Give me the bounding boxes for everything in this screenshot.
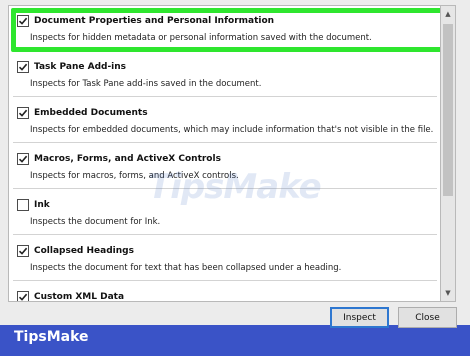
checkmark-icon [18, 155, 28, 163]
divider [13, 188, 437, 189]
checkmark-icon [18, 293, 28, 301]
vertical-scrollbar[interactable]: ▲ ▼ [441, 5, 456, 302]
item-description: Inspects for embedded documents, which m… [30, 125, 434, 135]
checkbox-task-pane-add-ins[interactable] [17, 61, 29, 73]
scrollbar-thumb[interactable] [443, 24, 453, 196]
checkbox-ink[interactable] [17, 199, 29, 211]
brand-logo: TipsMake [14, 329, 89, 345]
checkmark-icon [18, 63, 28, 71]
divider [13, 96, 437, 97]
divider [13, 142, 437, 143]
item-description: Inspects the document for Ink. [30, 217, 161, 227]
checkmark-icon [18, 247, 28, 255]
item-description: Inspects the document for text that has … [30, 263, 342, 273]
item-description: Inspects for macros, forms, and ActiveX … [30, 171, 239, 181]
inspect-button[interactable]: Inspect [330, 307, 389, 328]
scroll-down-icon[interactable]: ▼ [441, 286, 455, 300]
item-title: Task Pane Add-ins [34, 62, 127, 72]
scroll-up-icon[interactable]: ▲ [441, 7, 455, 21]
inspection-list: Document Properties and Personal Informa… [8, 5, 441, 302]
checkbox-macros-forms-activex[interactable] [17, 153, 29, 165]
item-title: Custom XML Data [34, 292, 125, 302]
checkbox-custom-xml-data[interactable] [17, 291, 29, 301]
divider [13, 234, 437, 235]
highlight-box [11, 8, 440, 52]
item-title: Ink [34, 200, 50, 210]
close-button[interactable]: Close [398, 307, 457, 328]
checkbox-embedded-documents[interactable] [17, 107, 29, 119]
item-title: Collapsed Headings [34, 246, 134, 256]
document-inspector-dialog: Document Properties and Personal Informa… [0, 0, 470, 328]
item-title: Macros, Forms, and ActiveX Controls [34, 154, 221, 164]
item-title: Embedded Documents [34, 108, 148, 118]
item-description: Inspects for Task Pane add-ins saved in … [30, 79, 262, 89]
checkbox-collapsed-headings[interactable] [17, 245, 29, 257]
divider [13, 280, 437, 281]
checkmark-icon [18, 109, 28, 117]
